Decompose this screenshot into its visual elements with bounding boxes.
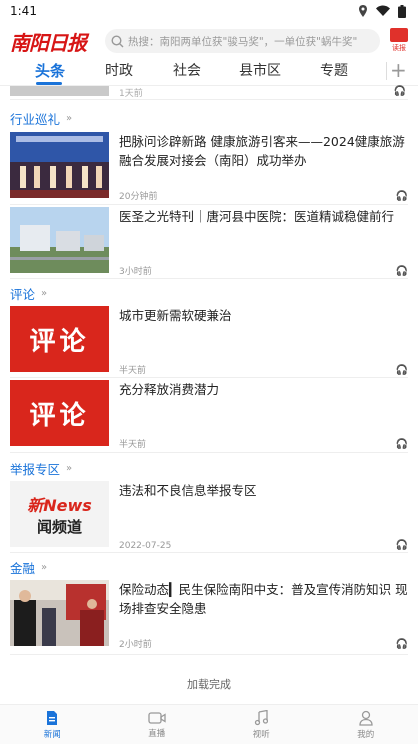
newspaper-icon [390, 28, 408, 42]
section-header-jinrong[interactable]: 金融 » [10, 558, 47, 577]
tab-toutiao[interactable]: 头条 [35, 60, 65, 81]
section-header-jubao[interactable]: 举报专区 » [10, 459, 72, 478]
headphone-icon[interactable]: 🎧 [396, 266, 408, 277]
section-title: 举报专区 [10, 462, 61, 477]
news-thumbnail: 新News 闻频道 [10, 481, 109, 547]
search-icon [111, 34, 124, 47]
headphone-icon[interactable]: 🎧 [396, 365, 408, 376]
partial-item-time: 1天前 [119, 89, 143, 99]
news-time: 3小时前 [119, 267, 152, 277]
section-title: 金融 [10, 561, 36, 576]
thumbnail-text: 评论 [29, 326, 90, 357]
chevron-right-icon: » [41, 562, 48, 573]
nav-news[interactable]: 新闻 [0, 705, 105, 744]
nav-live[interactable]: 直播 [105, 705, 210, 744]
news-time: 2小时前 [119, 640, 152, 650]
tab-divider [386, 62, 387, 80]
nav-label: 直播 [148, 728, 166, 739]
list-item[interactable]: 医圣之光特刊｜唐河县中医院：医道精诚稳健前行 3小时前 🎧 [10, 207, 410, 277]
load-complete-text: 加载完成 [187, 678, 231, 691]
nav-label: 新闻 [43, 729, 61, 740]
headphone-icon[interactable]: 🎧 [396, 639, 408, 650]
tab-shizheng[interactable]: 时政 [105, 60, 133, 80]
bottom-nav: 新闻 直播 视听 我的 [0, 704, 418, 744]
newspaper-label: 读报 [392, 44, 406, 52]
channel-tabs: 头条 时政 社会 县市区 专题 + [0, 58, 418, 86]
section-title: 行业巡礼 [10, 112, 61, 127]
chevron-right-icon: » [66, 113, 73, 124]
status-icons [358, 4, 406, 18]
news-title: 违法和不良信息举报专区 [119, 483, 257, 498]
divider [10, 552, 408, 553]
list-item[interactable]: 保险动态▎民生保险南阳中支：普及宣传消防知识 现场排查安全隐患 2小时前 🎧 [10, 580, 410, 650]
app-logo[interactable]: 南阳日报 [10, 27, 100, 55]
news-thumbnail [10, 132, 109, 198]
headphone-icon[interactable]: 🎧 [396, 439, 408, 450]
tab-xianshiqu[interactable]: 县市区 [239, 60, 281, 80]
section-header-pinglun[interactable]: 评论 » [10, 284, 47, 303]
news-title: 城市更新需软硬兼治 [119, 308, 232, 323]
search-placeholder: 热搜：南阳两单位获"骏马奖"，一单位获"蜗牛奖" [128, 35, 358, 48]
list-item[interactable]: 评论 充分释放消费潜力 半天前 🎧 [10, 380, 410, 450]
wifi-icon [376, 5, 390, 16]
news-time: 半天前 [119, 366, 147, 376]
nav-label: 视听 [252, 729, 270, 740]
news-thumbnail [10, 207, 109, 273]
tab-active-indicator [36, 82, 62, 85]
tab-zhuanti[interactable]: 专题 [320, 60, 348, 80]
news-time: 半天前 [119, 440, 147, 450]
thumbnail-text-line2: 闻频道 [36, 517, 82, 536]
list-item[interactable]: 新News 闻频道 违法和不良信息举报专区 2022-07-25 🎧 [10, 481, 410, 551]
news-thumbnail: 评论 [10, 306, 109, 372]
nav-label: 我的 [357, 729, 375, 740]
headphone-icon[interactable]: 🎧 [396, 191, 408, 202]
news-title: 把脉问诊辟新路 健康旅游引客来——2024健康旅游融合发展对接会（南阳）成功举办 [119, 134, 405, 168]
nav-mine[interactable]: 我的 [314, 705, 418, 744]
news-title: 保险动态▎民生保险南阳中支：普及宣传消防知识 现场排查安全隐患 [119, 582, 408, 616]
tab-shehui[interactable]: 社会 [173, 60, 201, 80]
divider [10, 278, 408, 279]
news-title: 医圣之光特刊｜唐河县中医院：医道精诚稳健前行 [119, 209, 395, 224]
status-time: 1:41 [10, 4, 37, 18]
battery-icon [398, 4, 406, 18]
news-time: 20分钟前 [119, 192, 158, 202]
search-bar[interactable]: 热搜：南阳两单位获"骏马奖"，一单位获"蜗牛奖" [105, 29, 380, 53]
headphone-icon[interactable]: 🎧 [394, 86, 406, 97]
chevron-right-icon: » [66, 463, 73, 474]
chevron-right-icon: » [41, 288, 48, 299]
divider [10, 99, 408, 100]
divider [10, 452, 408, 453]
divider [10, 204, 408, 205]
news-thumbnail: 评论 [10, 380, 109, 446]
news-time: 2022-07-25 [119, 541, 172, 551]
live-icon [148, 711, 166, 724]
logo-text: 南阳日报 [10, 30, 87, 55]
section-title: 评论 [10, 287, 36, 302]
thumbnail-text-line1: 新News [27, 495, 92, 515]
section-header-hangye[interactable]: 行业巡礼 » [10, 109, 72, 128]
list-item[interactable]: 评论 城市更新需软硬兼治 半天前 🎧 [10, 306, 410, 376]
user-icon [359, 710, 373, 726]
nav-audio-video[interactable]: 视听 [209, 705, 314, 744]
news-icon [47, 710, 58, 725]
status-bar: 1:41 [0, 0, 418, 22]
divider [10, 654, 408, 655]
newspaper-button[interactable]: 读报 [388, 28, 410, 54]
app-header: 南阳日报 热搜：南阳两单位获"骏马奖"，一单位获"蜗牛奖" 读报 [0, 24, 418, 58]
music-icon [255, 709, 269, 725]
news-title: 充分释放消费潜力 [119, 382, 220, 397]
partial-thumbnail [10, 86, 109, 96]
news-thumbnail [10, 580, 109, 646]
add-channel-icon[interactable]: + [390, 58, 407, 82]
divider [10, 377, 408, 378]
list-item[interactable]: 把脉问诊辟新路 健康旅游引客来——2024健康旅游融合发展对接会（南阳）成功举办… [10, 132, 410, 202]
location-icon [359, 5, 367, 17]
headphone-icon[interactable]: 🎧 [396, 540, 408, 551]
thumbnail-text: 评论 [29, 400, 90, 431]
